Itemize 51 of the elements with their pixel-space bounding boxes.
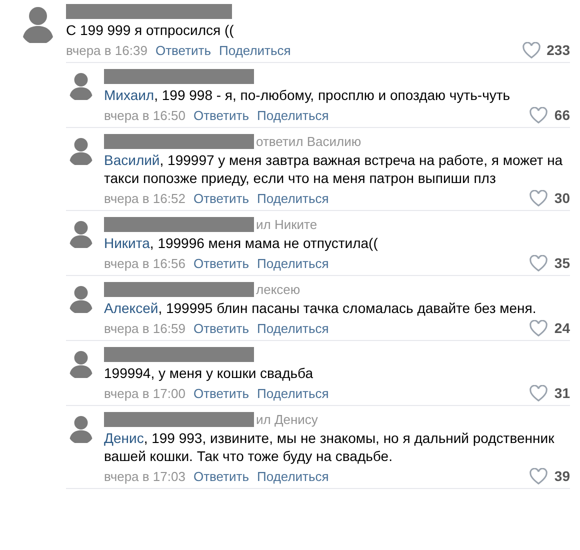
comment-text: 199994, у меня у кошки свадьба (104, 364, 314, 382)
reply-to-label: лексею (256, 282, 300, 296)
comment-text: С 199 999 я отпросился (( (66, 21, 235, 39)
share-link[interactable]: Поделиться (257, 190, 329, 206)
name-link[interactable]: Василий (104, 152, 160, 168)
heart-icon[interactable] (529, 468, 548, 484)
heart-icon[interactable] (529, 106, 548, 124)
share-link[interactable]: Поделиться (257, 320, 329, 336)
comment-text: Никита, 199996 меня мама не отпустила(( (104, 234, 379, 252)
timestamp: вчера в 16:56 (104, 256, 186, 270)
reply-link[interactable]: Ответить (155, 42, 212, 58)
comment-text: Михаил, 199 998 - я, по-любому, просплю и опоздаю чуть-чуть (104, 86, 512, 104)
share-link[interactable]: Поделиться (219, 42, 291, 58)
reply-to-label: ил Денису (256, 412, 318, 426)
comment-text: Денис, 199 993, извините, мы не знакомы, но я дальний родственник вашей кошки. Так что тоже буду на свадьбе. (104, 429, 556, 465)
timestamp: вчера в 17:00 (104, 386, 186, 400)
like-count: 31 (554, 385, 570, 401)
share-link[interactable]: Поделиться (257, 468, 329, 484)
timestamp: вчера в 16:50 (104, 108, 186, 122)
name-link[interactable]: Денис (104, 430, 144, 446)
comment-text: Василий, 199997 у меня завтра важная встреча на работе, я может на такси попозже приеду, если что на меня патрон выпиши плз (104, 151, 564, 187)
heart-icon[interactable] (529, 320, 548, 336)
reply-link[interactable]: Ответить (193, 386, 250, 400)
like-count: 233 (546, 42, 570, 58)
name-link[interactable]: Никита (104, 235, 150, 251)
heart-icon[interactable] (529, 384, 548, 402)
heart-icon[interactable] (529, 190, 548, 206)
name-link[interactable]: Михаил (104, 87, 154, 103)
heart-icon[interactable] (522, 42, 541, 58)
reply-link[interactable]: Ответить (193, 108, 250, 122)
reply-to-label: ответил Василию (256, 134, 362, 148)
timestamp: вчера в 17:03 (104, 468, 186, 484)
timestamp: вчера в 16:59 (104, 320, 186, 336)
reply-link[interactable]: Ответить (193, 468, 250, 484)
like-count: 24 (554, 320, 570, 336)
heart-icon[interactable] (529, 254, 548, 272)
like-count: 66 (554, 107, 570, 123)
like-count: 35 (554, 255, 570, 271)
share-link[interactable]: Поделиться (257, 108, 329, 122)
reply-to-label: ил Никите (256, 216, 318, 232)
share-link[interactable]: Поделиться (257, 386, 329, 400)
like-count: 39 (554, 468, 570, 484)
share-link[interactable]: Поделиться (257, 256, 329, 270)
name-link[interactable]: Алексей (104, 300, 158, 316)
timestamp: вчера в 16:52 (104, 190, 186, 206)
timestamp: вчера в 16:39 (66, 42, 148, 58)
reply-link[interactable]: Ответить (193, 256, 250, 270)
reply-link[interactable]: Ответить (193, 190, 250, 206)
comment-text: Алексей, 199995 блин пасаны тачка сломалась давайте без меня. (104, 299, 538, 317)
like-count: 30 (554, 190, 570, 206)
reply-link[interactable]: Ответить (193, 320, 250, 336)
